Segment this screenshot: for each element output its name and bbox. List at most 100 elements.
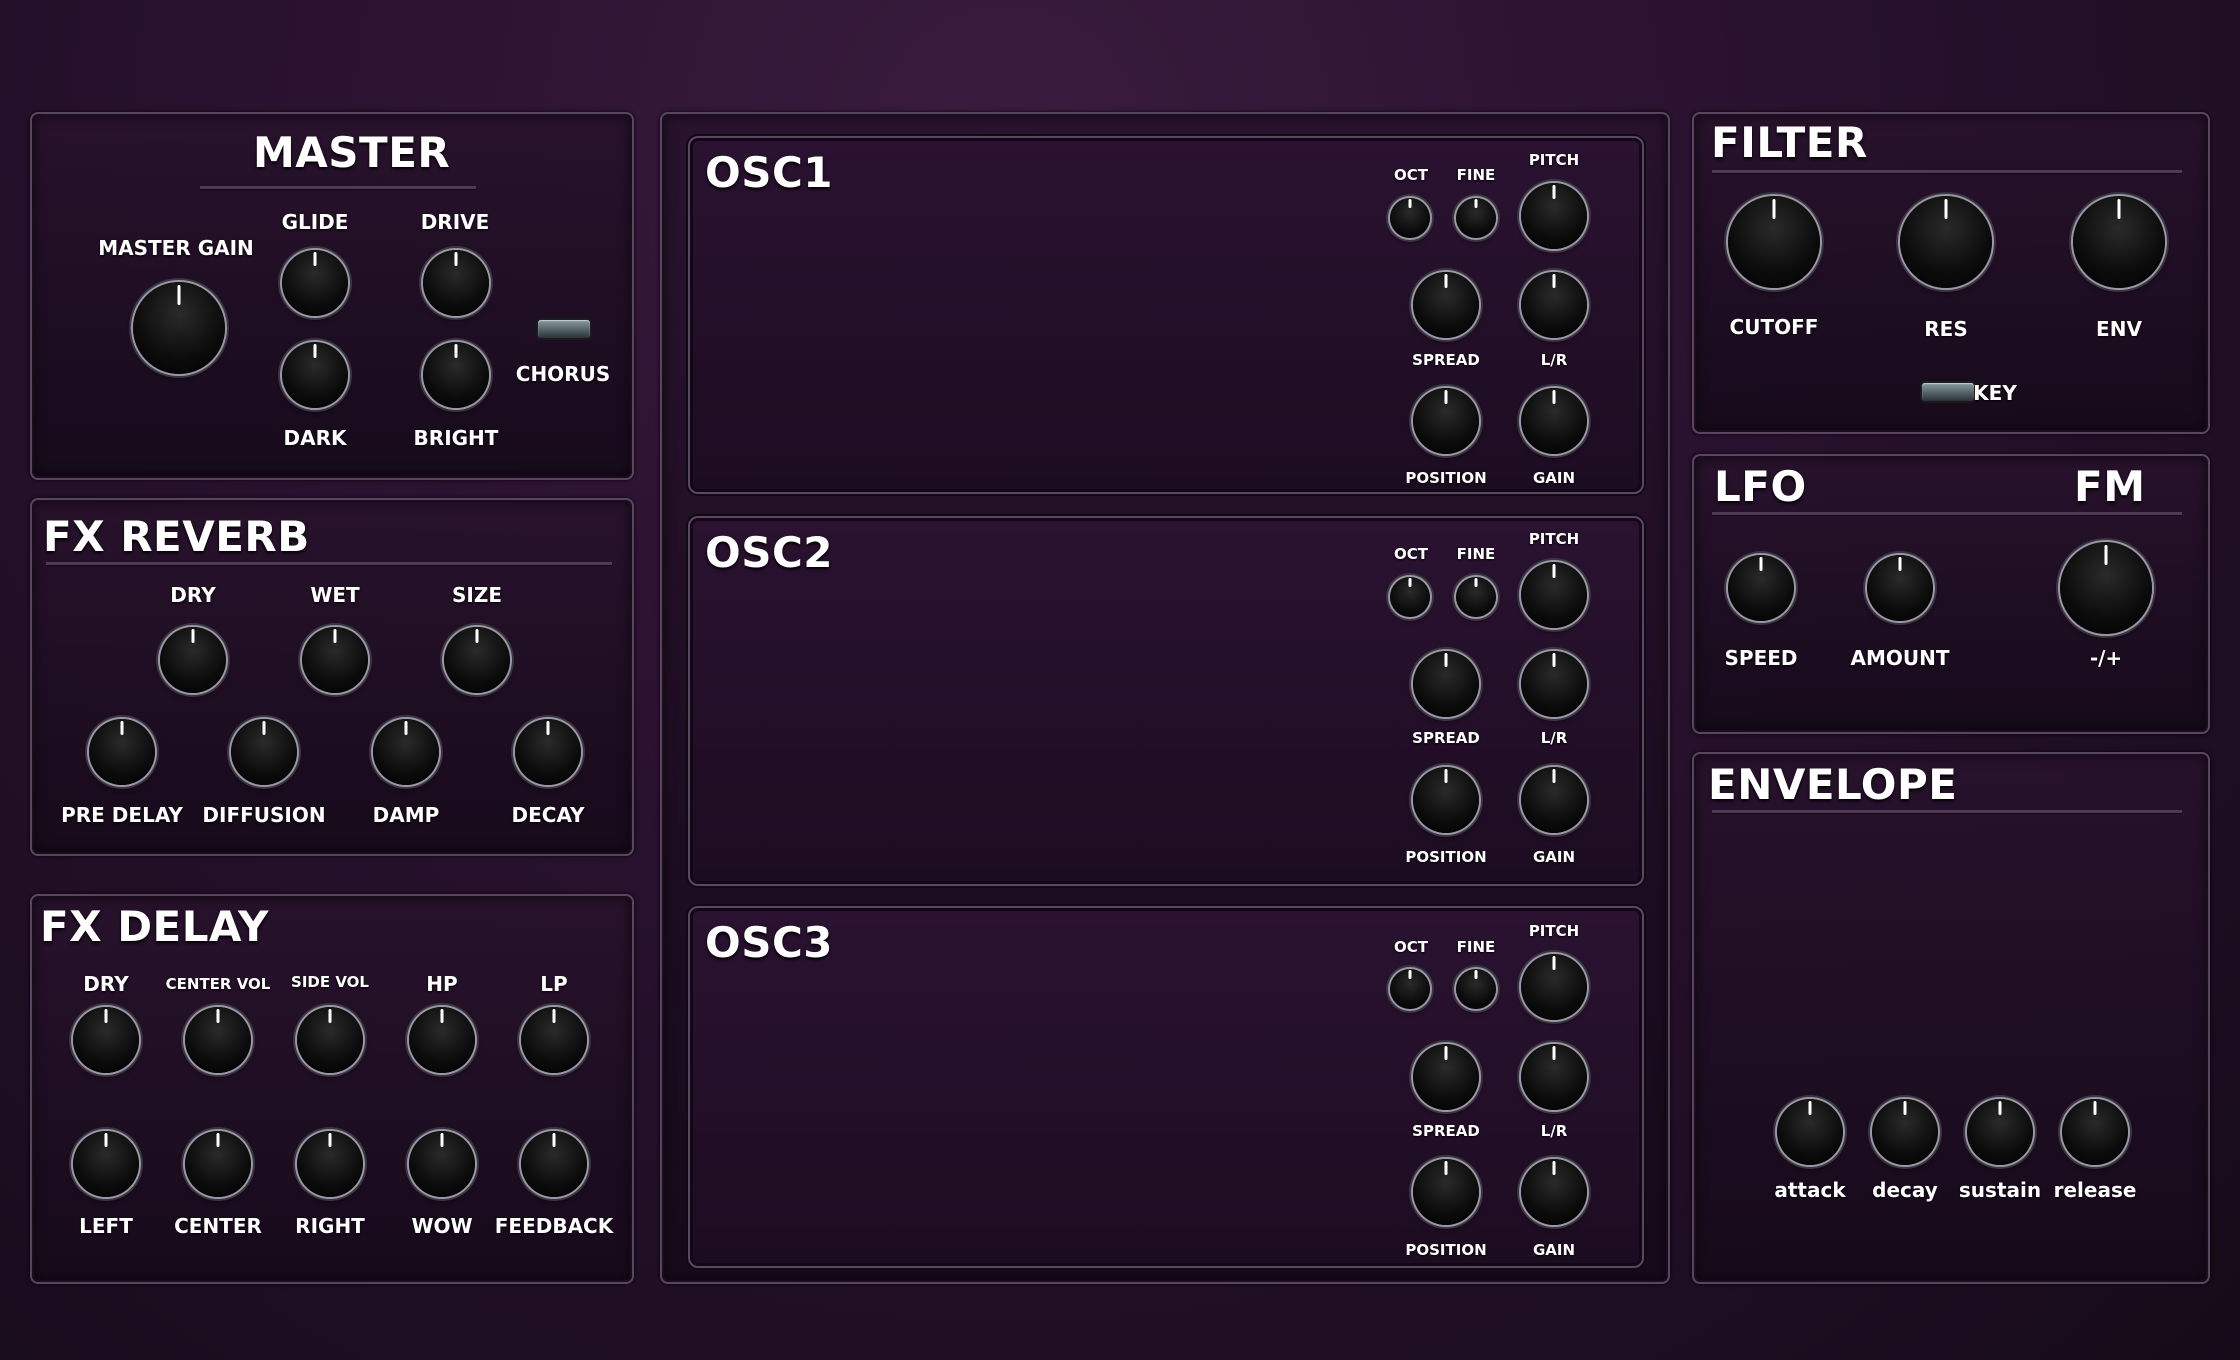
amount-label: AMOUNT	[1850, 646, 1950, 670]
glide-label: GLIDE	[281, 210, 349, 234]
feedback-knob[interactable]	[521, 1131, 587, 1197]
pre-delay-label: PRE DELAY	[61, 803, 183, 827]
osc1-lr-knob[interactable]	[1521, 272, 1587, 338]
dark-label: DARK	[283, 426, 347, 450]
damp-knob[interactable]	[373, 719, 439, 785]
osc2-position-knob[interactable]	[1413, 767, 1479, 833]
center-label: CENTER	[174, 1214, 262, 1238]
wow-knob[interactable]	[409, 1131, 475, 1197]
osc2-fine-label: FINE	[1456, 545, 1496, 563]
osc1-spread-knob[interactable]	[1413, 272, 1479, 338]
osc3-position-label: POSITION	[1405, 1241, 1487, 1259]
reverb-size-knob[interactable]	[444, 627, 510, 693]
reverb-wet-knob[interactable]	[302, 627, 368, 693]
delay-dry-knob[interactable]	[73, 1007, 139, 1073]
hp-knob[interactable]	[409, 1007, 475, 1073]
release-knob[interactable]	[2062, 1099, 2128, 1165]
osc3-title: OSC3	[705, 918, 833, 967]
center-vol-label: CENTER VOL	[165, 975, 271, 993]
reverb-decay-label: DECAY	[511, 803, 585, 827]
osc2-lr-label: L/R	[1540, 729, 1568, 747]
left-knob[interactable]	[73, 1131, 139, 1197]
center-knob[interactable]	[185, 1131, 251, 1197]
side-vol-knob[interactable]	[297, 1007, 363, 1073]
drive-knob[interactable]	[423, 250, 489, 316]
lp-label: LP	[540, 972, 568, 996]
fm-label: -/+	[2089, 646, 2123, 670]
key-label: KEY	[1973, 381, 2017, 405]
res-knob[interactable]	[1900, 196, 1992, 288]
side-vol-label: SIDE VOL	[291, 973, 369, 991]
fm-knob[interactable]	[2060, 542, 2152, 634]
bright-knob[interactable]	[423, 342, 489, 408]
lp-knob[interactable]	[521, 1007, 587, 1073]
sustain-label: sustain	[1958, 1178, 2042, 1202]
osc2-gain-knob[interactable]	[1521, 767, 1587, 833]
reverb-size-label: SIZE	[451, 583, 503, 607]
osc3-gain-label: GAIN	[1532, 1241, 1576, 1259]
dark-knob[interactable]	[282, 342, 348, 408]
sustain-knob[interactable]	[1967, 1099, 2033, 1165]
osc2-pitch-knob[interactable]	[1521, 562, 1587, 628]
osc3-position-knob[interactable]	[1413, 1159, 1479, 1225]
reverb-title: FX REVERB	[43, 512, 310, 561]
pre-delay-knob[interactable]	[89, 719, 155, 785]
reverb-dry-knob[interactable]	[160, 627, 226, 693]
center-vol-knob[interactable]	[185, 1007, 251, 1073]
master-rule	[200, 186, 476, 189]
osc1-position-knob[interactable]	[1413, 388, 1479, 454]
osc3-gain-knob[interactable]	[1521, 1159, 1587, 1225]
filter-rule	[1712, 170, 2182, 173]
osc3-pitch-knob[interactable]	[1521, 954, 1587, 1020]
master-gain-knob[interactable]	[133, 282, 225, 374]
osc3-pitch-label: PITCH	[1528, 922, 1580, 940]
speed-knob[interactable]	[1728, 555, 1794, 621]
osc1-oct-label: OCT	[1394, 166, 1428, 184]
master-gain-label: MASTER GAIN	[98, 236, 254, 260]
right-label: RIGHT	[295, 1214, 365, 1238]
osc2-spread-label: SPREAD	[1412, 729, 1480, 747]
key-switch[interactable]	[1922, 383, 1974, 401]
env-knob[interactable]	[2073, 196, 2165, 288]
osc2-oct-knob[interactable]	[1390, 577, 1430, 617]
decay-knob[interactable]	[1872, 1099, 1938, 1165]
osc2-fine-knob[interactable]	[1456, 577, 1496, 617]
osc2-lr-knob[interactable]	[1521, 651, 1587, 717]
osc1-fine-knob[interactable]	[1456, 198, 1496, 238]
osc1-spread-label: SPREAD	[1412, 351, 1480, 369]
wow-label: WOW	[411, 1214, 473, 1238]
master-title: MASTER	[253, 128, 451, 177]
delay-title: FX DELAY	[40, 902, 269, 951]
attack-label: attack	[1774, 1178, 1846, 1202]
env-label: ENV	[2096, 317, 2142, 341]
osc3-spread-knob[interactable]	[1413, 1044, 1479, 1110]
osc2-spread-knob[interactable]	[1413, 651, 1479, 717]
diffusion-knob[interactable]	[231, 719, 297, 785]
feedback-label: FEEDBACK	[494, 1214, 614, 1238]
osc1-pitch-knob[interactable]	[1521, 183, 1587, 249]
envelope-rule	[1712, 810, 2182, 813]
glide-knob[interactable]	[282, 250, 348, 316]
cutoff-knob[interactable]	[1728, 196, 1820, 288]
osc1-pitch-label: PITCH	[1528, 151, 1580, 169]
osc3-fine-knob[interactable]	[1456, 969, 1496, 1009]
osc2-title: OSC2	[705, 528, 833, 577]
osc1-fine-label: FINE	[1456, 166, 1496, 184]
attack-knob[interactable]	[1777, 1099, 1843, 1165]
amount-knob[interactable]	[1867, 555, 1933, 621]
reverb-wet-label: WET	[310, 583, 360, 607]
damp-label: DAMP	[372, 803, 440, 827]
osc3-lr-knob[interactable]	[1521, 1044, 1587, 1110]
osc1-oct-knob[interactable]	[1390, 198, 1430, 238]
envelope-title: ENVELOPE	[1708, 760, 1958, 809]
res-label: RES	[1924, 317, 1968, 341]
hp-label: HP	[426, 972, 458, 996]
osc1-gain-knob[interactable]	[1521, 388, 1587, 454]
reverb-decay-knob[interactable]	[515, 719, 581, 785]
diffusion-label: DIFFUSION	[202, 803, 326, 827]
chorus-switch[interactable]	[538, 320, 590, 338]
osc3-oct-knob[interactable]	[1390, 969, 1430, 1009]
lfo-rule	[1712, 512, 2182, 515]
release-label: release	[2053, 1178, 2137, 1202]
right-knob[interactable]	[297, 1131, 363, 1197]
